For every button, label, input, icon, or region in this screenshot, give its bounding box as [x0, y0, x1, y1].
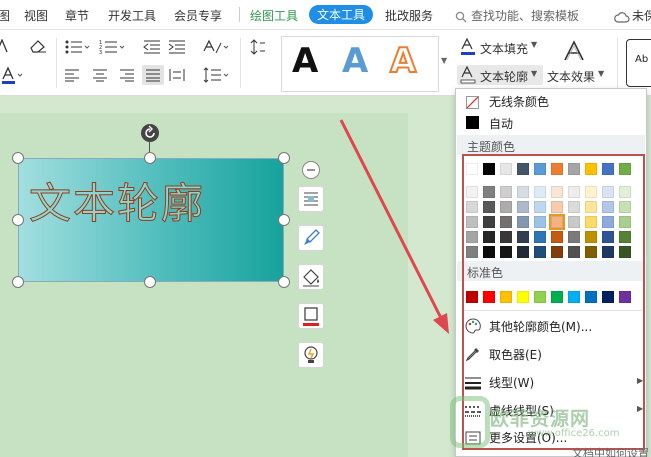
watermark-brand: 欧菲资源网: [490, 408, 591, 430]
side-panel-text: 文档中如何设置: [572, 447, 649, 457]
theme-colors-label: 主题颜色: [467, 140, 516, 154]
no-line-icon: [466, 94, 479, 109]
site-logo: [450, 396, 490, 448]
no-line-color-item[interactable]: 无线条颜色: [456, 90, 646, 112]
theme-colors-header: 主题颜色: [457, 135, 645, 155]
auto-color-swatch: [466, 116, 479, 129]
no-line-color-label: 无线条颜色: [489, 95, 550, 109]
auto-color-label: 自动: [489, 117, 514, 131]
auto-color-item[interactable]: 自动: [456, 112, 646, 134]
watermark-site: www.office26.com: [528, 428, 620, 439]
